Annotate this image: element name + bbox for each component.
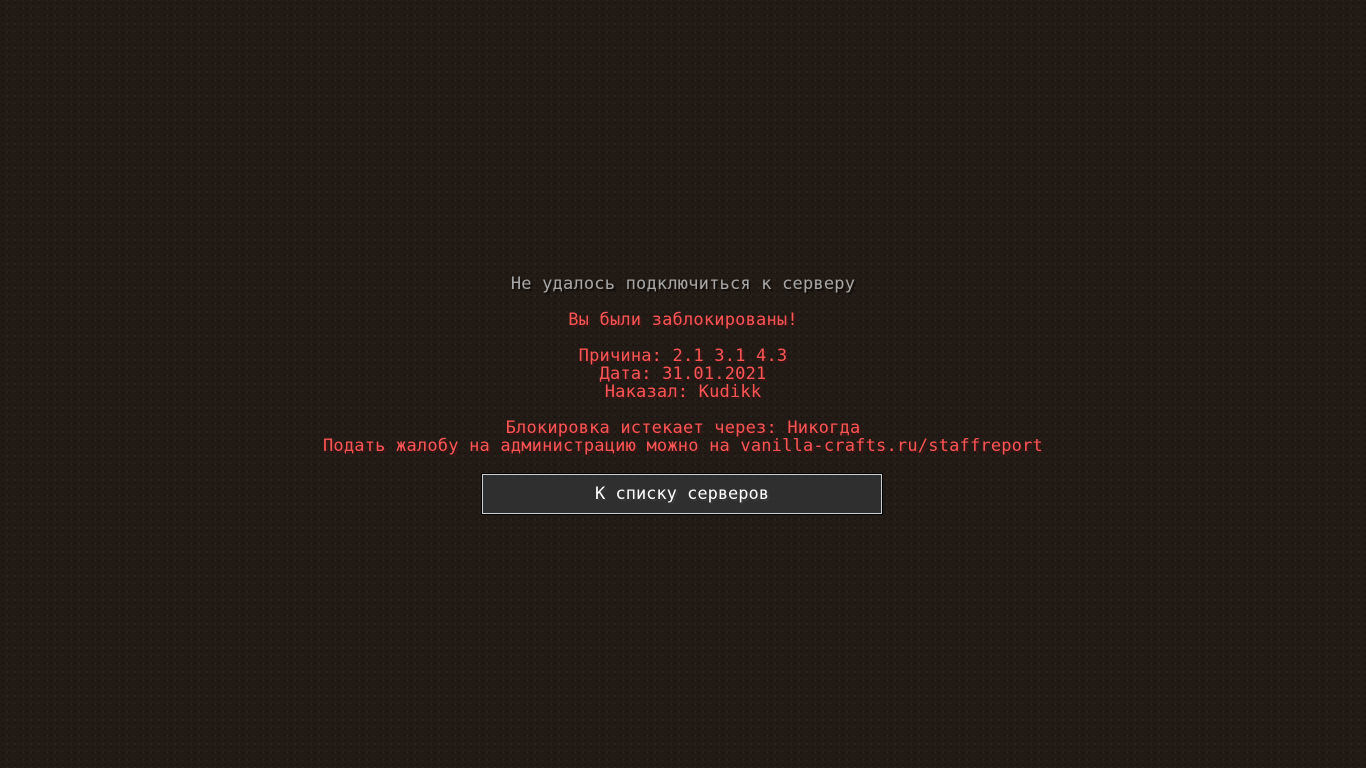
disconnect-screen: Не удалось подключиться к серверу Вы был… [0,0,1366,768]
disconnect-title: Не удалось подключиться к серверу [510,274,856,294]
ban-date: Дата: 31.01.2021 [599,364,767,384]
appeal-info: Подать жалобу на администрацию можно на … [322,436,1043,456]
ban-expiry: Блокировка истекает через: Никогда [505,418,861,438]
ban-message: Вы были заблокированы! [568,310,798,330]
back-to-server-list-button[interactable]: К списку серверов [481,473,883,515]
ban-reason: Причина: 2.1 3.1 4.3 [578,346,788,366]
ban-issuer: Наказал: Kudikk [604,382,762,402]
